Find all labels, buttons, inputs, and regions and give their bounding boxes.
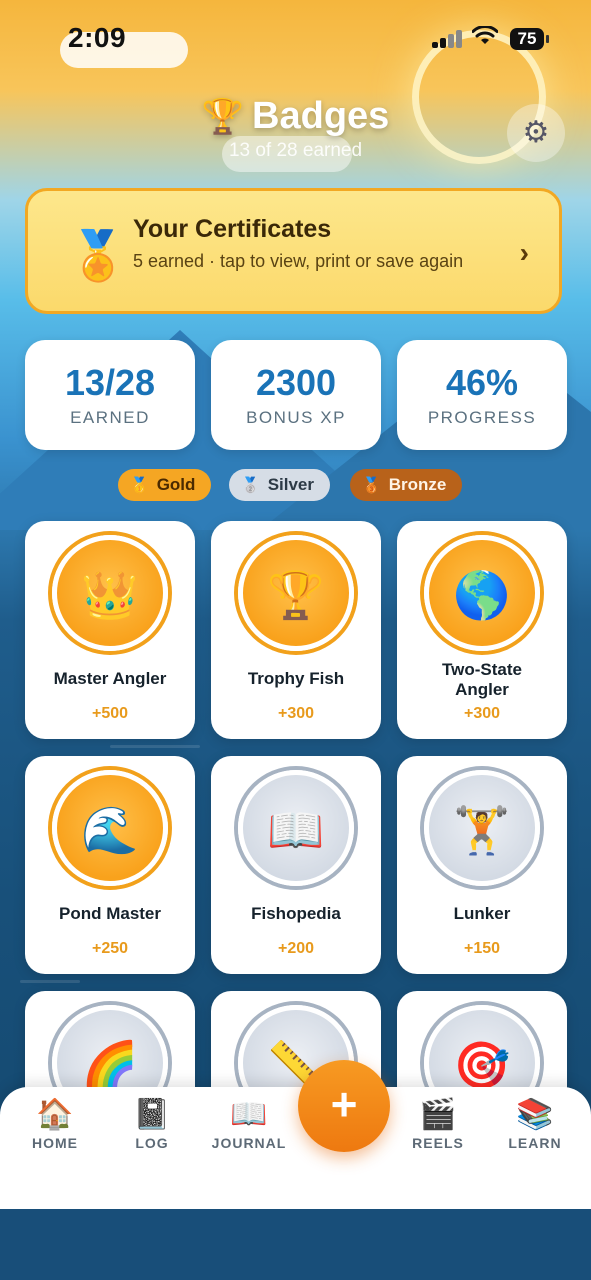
- badges-screen: 2:09 75 🏆 Badges 13 of 28 earned ⚙ 🏅 Your…: [0, 0, 591, 1280]
- battery-icon: 75: [510, 28, 549, 50]
- nav-label: HOME: [32, 1135, 78, 1151]
- nav-label: REELS: [412, 1135, 464, 1151]
- water-ripple: [110, 745, 200, 748]
- medal-icon: 🏅: [68, 230, 128, 283]
- bottom-nav: 🏠 HOME 📓 LOG 📖 JOURNAL 🎬 REELS 📚 LEARN: [0, 1087, 591, 1209]
- books-icon: 📚: [516, 1098, 554, 1131]
- legend-silver: 🥈 Silver: [229, 469, 330, 501]
- chevron-right-icon: ›: [519, 237, 529, 268]
- legend-label: Gold: [156, 475, 196, 494]
- earned-summary: 13 of 28 earned: [228, 140, 363, 161]
- stat-label: EARNED: [70, 408, 150, 427]
- page-title: 🏆 Badges: [0, 95, 591, 138]
- nav-label: JOURNAL: [211, 1135, 287, 1151]
- badge-xp: +200: [277, 940, 315, 957]
- house-icon: 🏠: [36, 1098, 74, 1131]
- weightlifter-icon: 🏋️: [424, 770, 540, 886]
- legend-gold: 🥇 Gold: [118, 469, 212, 501]
- legend-label: Bronze: [388, 475, 447, 494]
- crown-icon: 👑: [52, 535, 168, 651]
- trophy-icon: 🏆: [238, 535, 354, 651]
- badge-card-master-angler[interactable]: 👑 Master Angler +500: [25, 521, 195, 739]
- wave-icon: 🌊: [52, 770, 168, 886]
- badge-card-trophy-fish[interactable]: 🏆 Trophy Fish +300: [211, 521, 381, 739]
- page-title-text: Badges: [252, 95, 390, 137]
- stat-label: PROGRESS: [427, 408, 537, 427]
- wifi-icon: [471, 25, 499, 52]
- stat-label: BONUS XP: [246, 408, 346, 427]
- stat-value: 2300: [255, 362, 337, 403]
- badge-card-lunker[interactable]: 🏋️ Lunker +150: [397, 756, 567, 974]
- add-catch-button[interactable]: +: [298, 1060, 390, 1152]
- settings-button[interactable]: ⚙: [507, 104, 565, 162]
- nav-home[interactable]: 🏠 HOME: [10, 1095, 100, 1153]
- page-header: 🏆 Badges 13 of 28 earned: [0, 95, 591, 162]
- nav-reels[interactable]: 🎬 REELS: [393, 1095, 483, 1153]
- badge-xp: +300: [463, 705, 501, 722]
- stat-card-earned: 13/28 EARNED: [25, 340, 195, 450]
- bronze-medal-icon: 🥉: [362, 477, 381, 494]
- gold-medal-icon: 🥇: [130, 477, 149, 494]
- nav-learn[interactable]: 📚 LEARN: [490, 1095, 580, 1153]
- badge-card-two-state-angler[interactable]: 🌎 Two-State Angler +300: [397, 521, 567, 739]
- nav-journal[interactable]: 📖 JOURNAL: [204, 1095, 294, 1153]
- badge-card-fishopedia[interactable]: 📖 Fishopedia +200: [211, 756, 381, 974]
- gear-icon: ⚙: [522, 116, 550, 149]
- status-bar: 2:09 75: [0, 0, 591, 80]
- nav-label: LOG: [135, 1135, 169, 1151]
- water-ripple: [20, 980, 80, 983]
- stat-card-bonus-xp: 2300 BONUS XP: [211, 340, 381, 450]
- legend-label: Silver: [267, 475, 314, 494]
- silver-medal-icon: 🥈: [241, 477, 260, 494]
- badge-name: Two-State Angler: [442, 660, 522, 699]
- badge-name: Master Angler: [53, 669, 167, 688]
- badge-name: Fishopedia: [251, 904, 341, 923]
- legend-bronze: 🥉 Bronze: [350, 469, 463, 501]
- trophy-icon: 🏆: [201, 98, 245, 136]
- badge-xp: +300: [277, 705, 315, 722]
- badge-card-pond-master[interactable]: 🌊 Pond Master +250: [25, 756, 195, 974]
- badge-xp: +500: [91, 705, 129, 722]
- stat-card-progress: 46% PROGRESS: [397, 340, 567, 450]
- certificates-title: Your Certificates: [133, 215, 332, 243]
- certificates-description: 5 earned · tap to view, print or save ag…: [133, 251, 464, 271]
- nav-log[interactable]: 📓 LOG: [107, 1095, 197, 1153]
- signal-icon: [432, 30, 466, 48]
- stat-value: 46%: [445, 362, 519, 403]
- badge-xp: +250: [91, 940, 129, 957]
- clapper-icon: 🎬: [419, 1098, 457, 1131]
- status-time: 2:09: [68, 22, 127, 53]
- badge-name: Trophy Fish: [247, 669, 345, 688]
- bottom-safe-area: [0, 1209, 591, 1280]
- globe-icon: 🌎: [424, 535, 540, 651]
- badge-name: Pond Master: [58, 904, 162, 923]
- badge-name: Lunker: [453, 904, 511, 923]
- nav-label: LEARN: [508, 1135, 562, 1151]
- open-book-icon: 📖: [230, 1098, 268, 1131]
- notebook-icon: 📓: [133, 1098, 171, 1131]
- book-icon: 📖: [238, 770, 354, 886]
- certificates-card[interactable]: 🏅 Your Certificates 5 earned · tap to vi…: [25, 188, 562, 314]
- stat-value: 13/28: [64, 362, 156, 403]
- badge-xp: +150: [463, 940, 501, 957]
